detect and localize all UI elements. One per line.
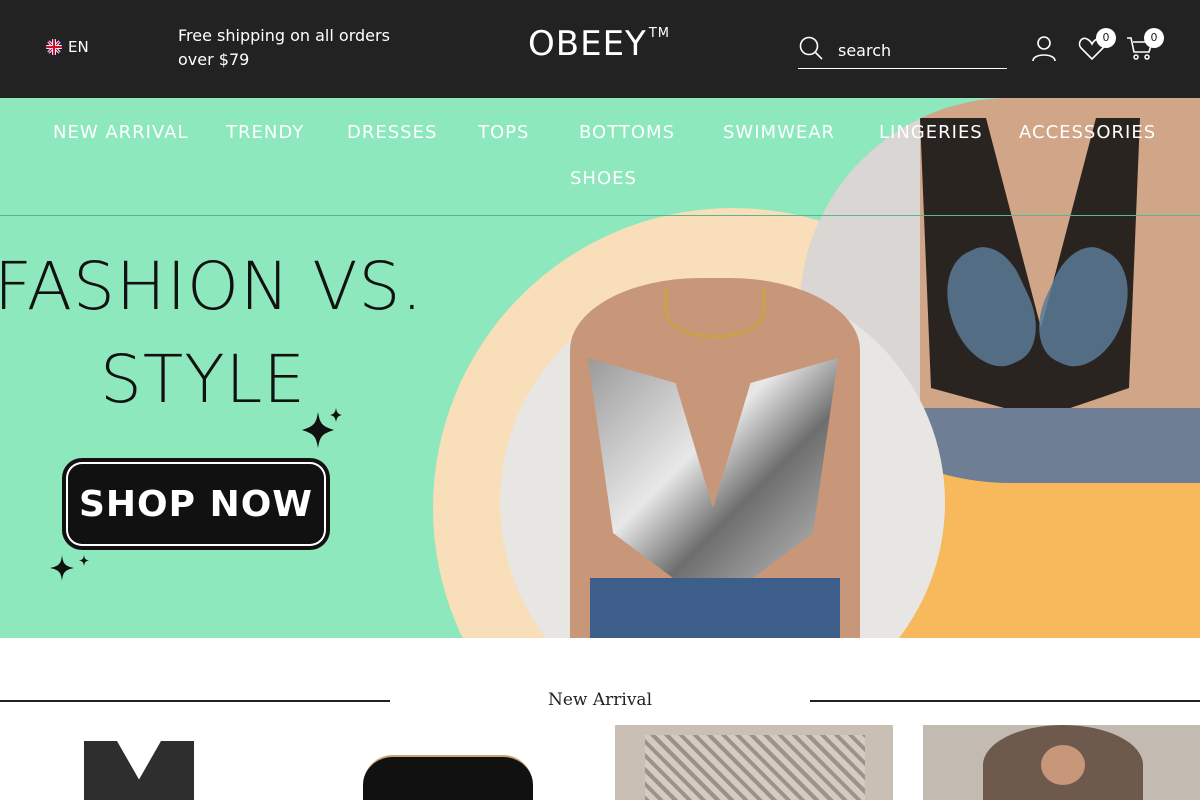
search-icon[interactable] [798,35,824,65]
uk-flag-icon [46,39,62,55]
product-card[interactable] [308,725,586,800]
nav-item-dresses[interactable]: DRESSES [347,122,437,143]
cart-count-badge: 0 [1144,28,1164,48]
nav-item-lingeries[interactable]: LINGERIES [879,122,983,143]
nav-item-trendy[interactable]: TRENDY [226,122,304,143]
account-button[interactable] [1030,34,1058,62]
nav-item-new-arrival[interactable]: NEW ARRIVAL [53,122,189,143]
shop-now-button[interactable]: SHOP NOW [62,458,330,550]
main-navigation: NEW ARRIVAL TRENDY DRESSES TOPS BOTTOMS … [0,98,1200,216]
hero-subheadline: STYLE [100,341,306,418]
nav-divider [0,215,1200,216]
shipping-notice: Free shipping on all orders over $79 [178,26,390,69]
trademark-mark: TM [648,26,670,41]
wishlist-count-badge: 0 [1096,28,1116,48]
language-label: EN [68,38,89,56]
hero-headline: FASHION VS. [0,248,424,325]
search-input[interactable] [838,40,998,60]
hero-model-photo-center [570,278,860,638]
nav-item-accessories[interactable]: ACCESSORIES [1019,122,1156,143]
product-image [645,735,865,800]
product-card[interactable] [615,725,893,800]
site-logo[interactable]: OBEEY TM [528,24,670,64]
nav-item-bottoms[interactable]: BOTTOMS [579,122,675,143]
wishlist-button[interactable]: 0 [1078,28,1116,62]
language-selector[interactable]: EN [46,38,89,56]
nav-item-tops[interactable]: TOPS [478,122,529,143]
product-image [84,741,194,800]
logo-text: OBEEY [528,24,647,64]
nav-item-shoes[interactable]: SHOES [570,168,637,189]
section-title: New Arrival [547,690,653,710]
product-card[interactable] [923,725,1200,800]
top-bar: EN Free shipping on all orders over $79 … [0,0,1200,98]
section-divider-left [0,700,390,702]
product-image [363,755,533,800]
cart-button[interactable]: 0 [1126,28,1164,62]
nav-item-swimwear[interactable]: SWIMWEAR [723,122,835,143]
search-bar [798,32,1007,69]
product-card[interactable] [0,725,278,800]
sparkle-icon [302,408,342,448]
sparkle-icon [50,555,89,581]
user-icon [1032,36,1056,62]
section-divider-right [810,700,1200,702]
